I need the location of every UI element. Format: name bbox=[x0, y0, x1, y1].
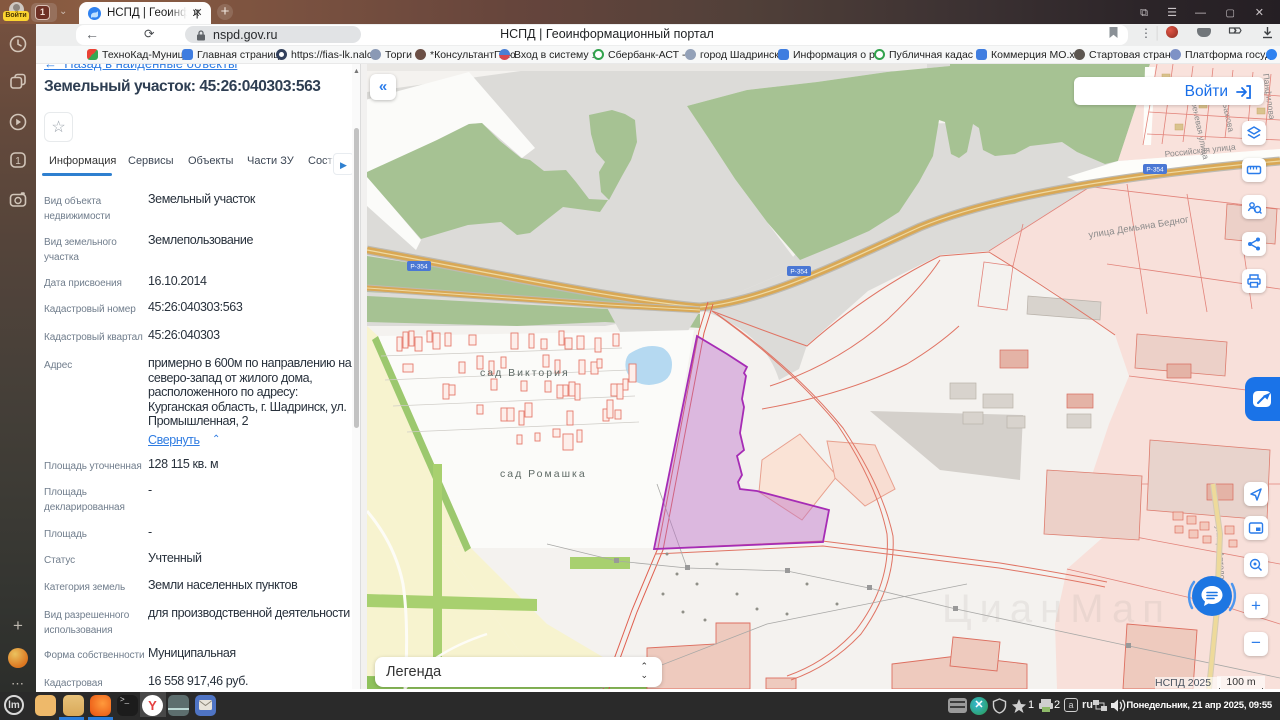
svg-text:Р-354: Р-354 bbox=[410, 264, 428, 271]
svg-text:сад Виктория: сад Виктория bbox=[480, 367, 570, 379]
svg-text:ЦианМап: ЦианМап bbox=[942, 587, 1172, 631]
svg-text:Р-354: Р-354 bbox=[1146, 167, 1164, 174]
svg-text:сад Ромашка: сад Ромашка bbox=[500, 468, 587, 480]
svg-text:Р-354: Р-354 bbox=[790, 269, 808, 276]
svg-text:1: 1 bbox=[15, 156, 21, 167]
